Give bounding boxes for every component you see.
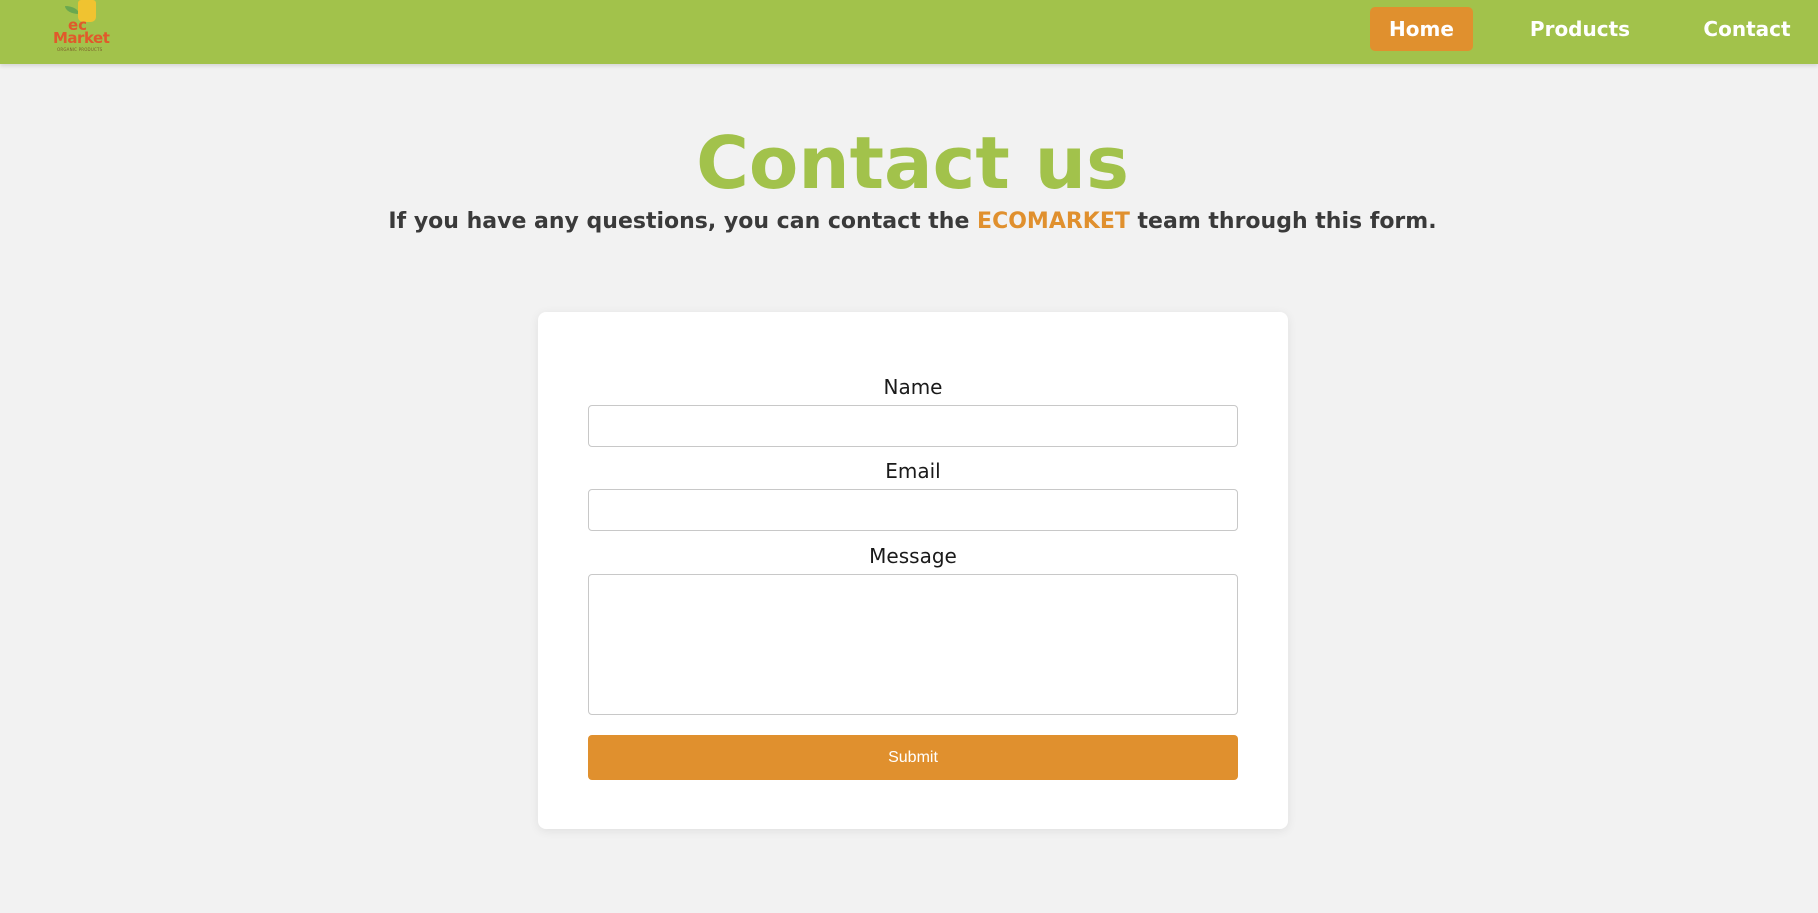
- logo-tagline: ORGANIC PRODUCTS: [57, 47, 103, 52]
- name-label: Name: [883, 375, 943, 399]
- ecomarket-logo[interactable]: ec Market ORGANIC PRODUCTS: [50, 0, 114, 60]
- navbar: ec Market ORGANIC PRODUCTS Home Products…: [0, 0, 1818, 64]
- contact-form-card: Name Email Message Submit: [538, 312, 1288, 829]
- message-label: Message: [869, 544, 957, 568]
- nav-contact-link[interactable]: Contact: [1697, 7, 1797, 51]
- subtitle-text-before: If you have any questions, you can conta…: [388, 209, 978, 234]
- email-label: Email: [885, 459, 941, 483]
- nav-home-link[interactable]: Home: [1370, 7, 1473, 51]
- submit-button[interactable]: Submit: [588, 735, 1238, 780]
- logo-text-market: Market: [53, 29, 110, 47]
- subtitle-text-after: team through this form.: [1129, 209, 1437, 234]
- page-title: Contact us: [696, 121, 1129, 205]
- nav-products-link[interactable]: Products: [1524, 7, 1636, 51]
- message-textarea[interactable]: [588, 574, 1238, 715]
- email-input[interactable]: [588, 489, 1238, 531]
- page-subtitle: If you have any questions, you can conta…: [0, 207, 1818, 237]
- subtitle-brand-name: ECOMARKET: [977, 209, 1130, 234]
- name-input[interactable]: [588, 405, 1238, 447]
- leaf-icon: [65, 6, 79, 14]
